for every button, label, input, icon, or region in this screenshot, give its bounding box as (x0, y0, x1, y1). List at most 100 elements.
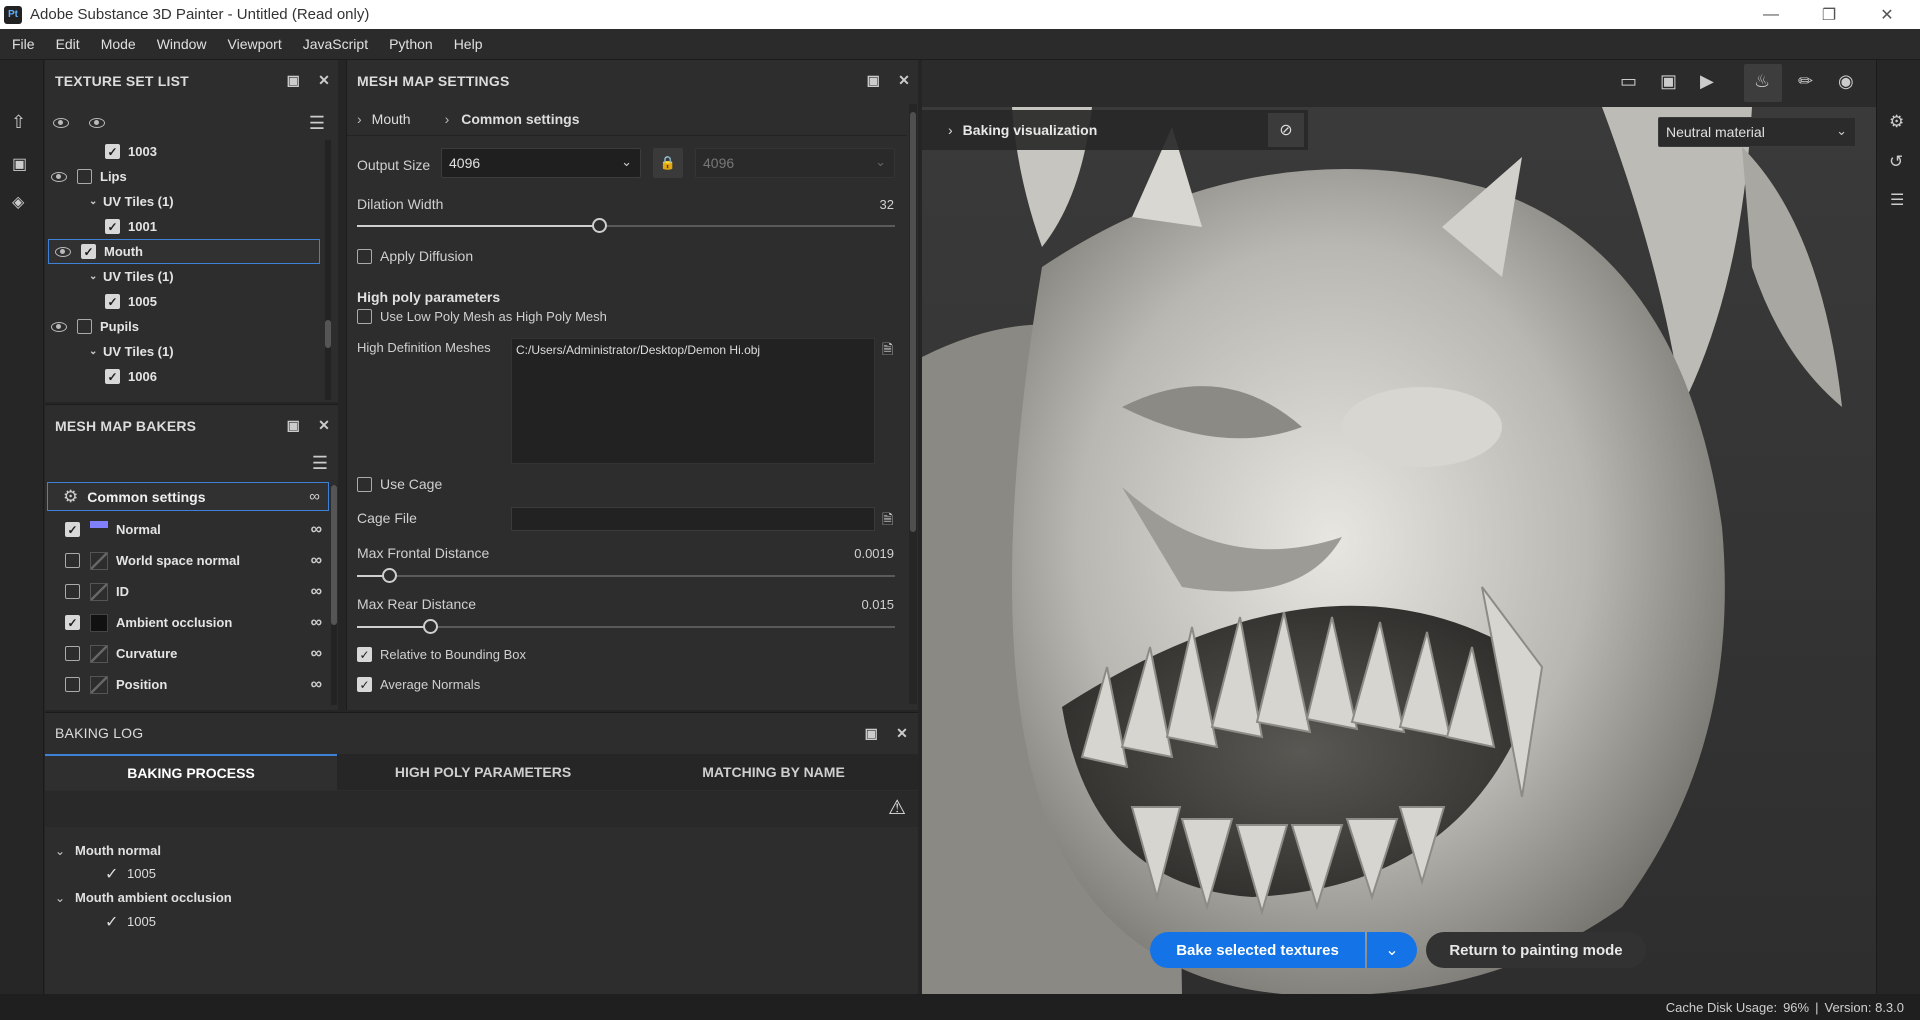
texture-set-row[interactable]: Lips (45, 164, 321, 189)
viewport-canvas[interactable]: › Baking visualization ⊘ Neutral materia… (922, 107, 1876, 994)
minimize-icon[interactable]: — (1742, 0, 1800, 29)
tab-matching-by-name[interactable]: MATCHING BY NAME (629, 754, 918, 790)
chevron-down-icon[interactable]: ⌄ (89, 346, 103, 357)
settings-icon[interactable]: ⚙ (1889, 112, 1904, 132)
menu-edit[interactable]: Edit (56, 36, 80, 52)
link-icon[interactable]: ∞ (311, 521, 322, 539)
texture-set-checkbox[interactable] (77, 169, 92, 184)
menu-window[interactable]: Window (157, 36, 207, 52)
material-select[interactable]: Neutral material ⌄ (1658, 117, 1856, 147)
max-frontal-slider[interactable] (357, 568, 895, 583)
baker-checkbox[interactable]: ✓ (65, 522, 80, 537)
bake-selected-textures-button[interactable]: Bake selected textures (1150, 932, 1365, 968)
restore-icon[interactable]: ❐ (1800, 0, 1858, 29)
average-normals-checkbox[interactable]: ✓ (357, 677, 372, 692)
relative-bbox-checkbox[interactable]: ✓ (357, 647, 372, 662)
visibility-icon[interactable] (89, 118, 105, 128)
close-icon[interactable]: ✕ (318, 72, 330, 89)
file-icon[interactable]: 🗎 (882, 509, 893, 533)
menu-list-icon[interactable]: ☰ (309, 113, 325, 134)
eye-icon[interactable] (55, 246, 71, 257)
export-icon[interactable]: ⇧ (11, 112, 26, 133)
dilation-slider[interactable] (357, 218, 895, 233)
bake-options-chevron-icon[interactable]: ⌄ (1367, 932, 1417, 968)
max-rear-slider[interactable] (357, 619, 895, 634)
hd-meshes-list[interactable]: C:/Users/Administrator/Desktop/Demon Hi.… (511, 338, 875, 464)
close-icon[interactable]: ✕ (896, 725, 908, 742)
texture-set-checkbox[interactable]: ✓ (105, 144, 120, 159)
menu-list-icon[interactable]: ☰ (312, 453, 328, 474)
texture-set-row[interactable]: ✓ 1005 (45, 289, 321, 314)
menu-help[interactable]: Help (454, 36, 483, 52)
lock-icon[interactable]: 🔒 (653, 148, 683, 178)
video-camera-icon[interactable]: ▶ (1700, 71, 1714, 92)
undock-icon[interactable]: ▣ (865, 725, 878, 742)
link-icon[interactable]: ∞ (311, 645, 322, 663)
use-cage-checkbox[interactable] (357, 476, 372, 492)
link-icon[interactable]: ∞ (311, 676, 322, 694)
scrollbar[interactable] (325, 140, 331, 400)
eye-icon[interactable] (51, 321, 67, 332)
bake-mode-icon[interactable]: ♨ (1754, 71, 1770, 92)
history-icon[interactable]: ↺ (1889, 152, 1903, 172)
baker-row[interactable]: ✓ Ambient occlusion ∞ (45, 607, 330, 638)
undock-icon[interactable]: ▣ (287, 72, 300, 89)
baker-checkbox[interactable] (65, 584, 80, 599)
texture-set-row[interactable]: ✓ 1003 (45, 139, 321, 164)
slider-knob[interactable] (382, 568, 398, 583)
texture-set-row[interactable]: ✓ 1006 (45, 364, 321, 389)
chevron-down-icon[interactable]: ⌄ (89, 196, 103, 207)
apply-diffusion-checkbox[interactable] (357, 248, 372, 264)
close-window-icon[interactable]: ✕ (1858, 0, 1916, 29)
slider-knob[interactable] (422, 619, 438, 634)
scrollbar[interactable] (909, 104, 917, 704)
viewport[interactable]: ▭ ▣ ▶ ♨ ✏ ◉ › Baking visualization ⊘ Neu… (922, 60, 1876, 994)
baker-row[interactable]: ✓ Normal ∞ (45, 514, 330, 545)
texture-set-row[interactable]: Pupils (45, 314, 321, 339)
texture-set-checkbox[interactable]: ✓ (105, 219, 120, 234)
common-settings-row[interactable]: ⚙ Common settings ∞ (47, 482, 329, 511)
texture-set-row[interactable]: ⌄ UV Tiles (1) (45, 264, 321, 289)
link-icon[interactable]: ∞ (311, 583, 322, 601)
warning-icon[interactable]: ⚠ (888, 795, 906, 820)
texture-set-checkbox[interactable]: ✓ (81, 244, 96, 259)
baker-checkbox[interactable] (65, 646, 80, 661)
paint-brush-icon[interactable]: ✏ (1798, 71, 1813, 92)
texture-set-row[interactable]: ⌄ UV Tiles (1) (45, 189, 321, 214)
link-icon[interactable]: ∞ (311, 552, 322, 570)
texture-set-row[interactable]: ✓ Mouth (48, 239, 320, 264)
baker-checkbox[interactable]: ✓ (65, 615, 80, 630)
eye-icon[interactable] (51, 171, 67, 182)
undock-icon[interactable]: ▣ (867, 72, 880, 89)
close-icon[interactable]: ✕ (898, 72, 910, 89)
cube-icon[interactable]: ▣ (1660, 71, 1677, 92)
texture-set-row[interactable]: ✓ 1001 (45, 214, 321, 239)
baker-row[interactable]: Curvature ∞ (45, 638, 330, 669)
menu-file[interactable]: File (12, 36, 35, 52)
slider-knob[interactable] (592, 218, 608, 233)
chevron-down-icon[interactable]: ⌄ (89, 271, 103, 282)
camera-frame-icon[interactable]: ▭ (1620, 71, 1637, 92)
hd-mesh-path[interactable]: C:/Users/Administrator/Desktop/Demon Hi.… (516, 343, 760, 357)
baker-checkbox[interactable] (65, 553, 80, 568)
file-icon[interactable]: 🗎 (882, 339, 893, 363)
shelf-icon[interactable]: ◈ (12, 192, 24, 212)
baker-row[interactable]: World space normal ∞ (45, 545, 330, 576)
return-to-painting-button[interactable]: Return to painting mode (1426, 932, 1646, 968)
undock-icon[interactable]: ▣ (287, 417, 300, 434)
baker-checkbox[interactable] (65, 677, 80, 692)
texture-set-checkbox[interactable]: ✓ (105, 294, 120, 309)
screenshot-icon[interactable]: ◉ (1838, 71, 1854, 92)
breadcrumb-item[interactable]: Common settings (461, 111, 579, 127)
baker-row[interactable]: ID ∞ (45, 576, 330, 607)
menu-javascript[interactable]: JavaScript (303, 36, 368, 52)
tab-baking-process[interactable]: BAKING PROCESS (45, 754, 337, 790)
visibility-all-icon[interactable] (53, 118, 69, 128)
texture-set-row[interactable]: ⌄ UV Tiles (1) (45, 339, 321, 364)
chevron-down-icon[interactable]: ⌄ (55, 844, 75, 858)
chevron-down-icon[interactable]: ⌄ (55, 891, 75, 905)
breadcrumb-item[interactable]: Mouth (372, 111, 411, 127)
menu-mode[interactable]: Mode (101, 36, 136, 52)
menu-viewport[interactable]: Viewport (228, 36, 282, 52)
link-icon[interactable]: ∞ (309, 488, 320, 505)
